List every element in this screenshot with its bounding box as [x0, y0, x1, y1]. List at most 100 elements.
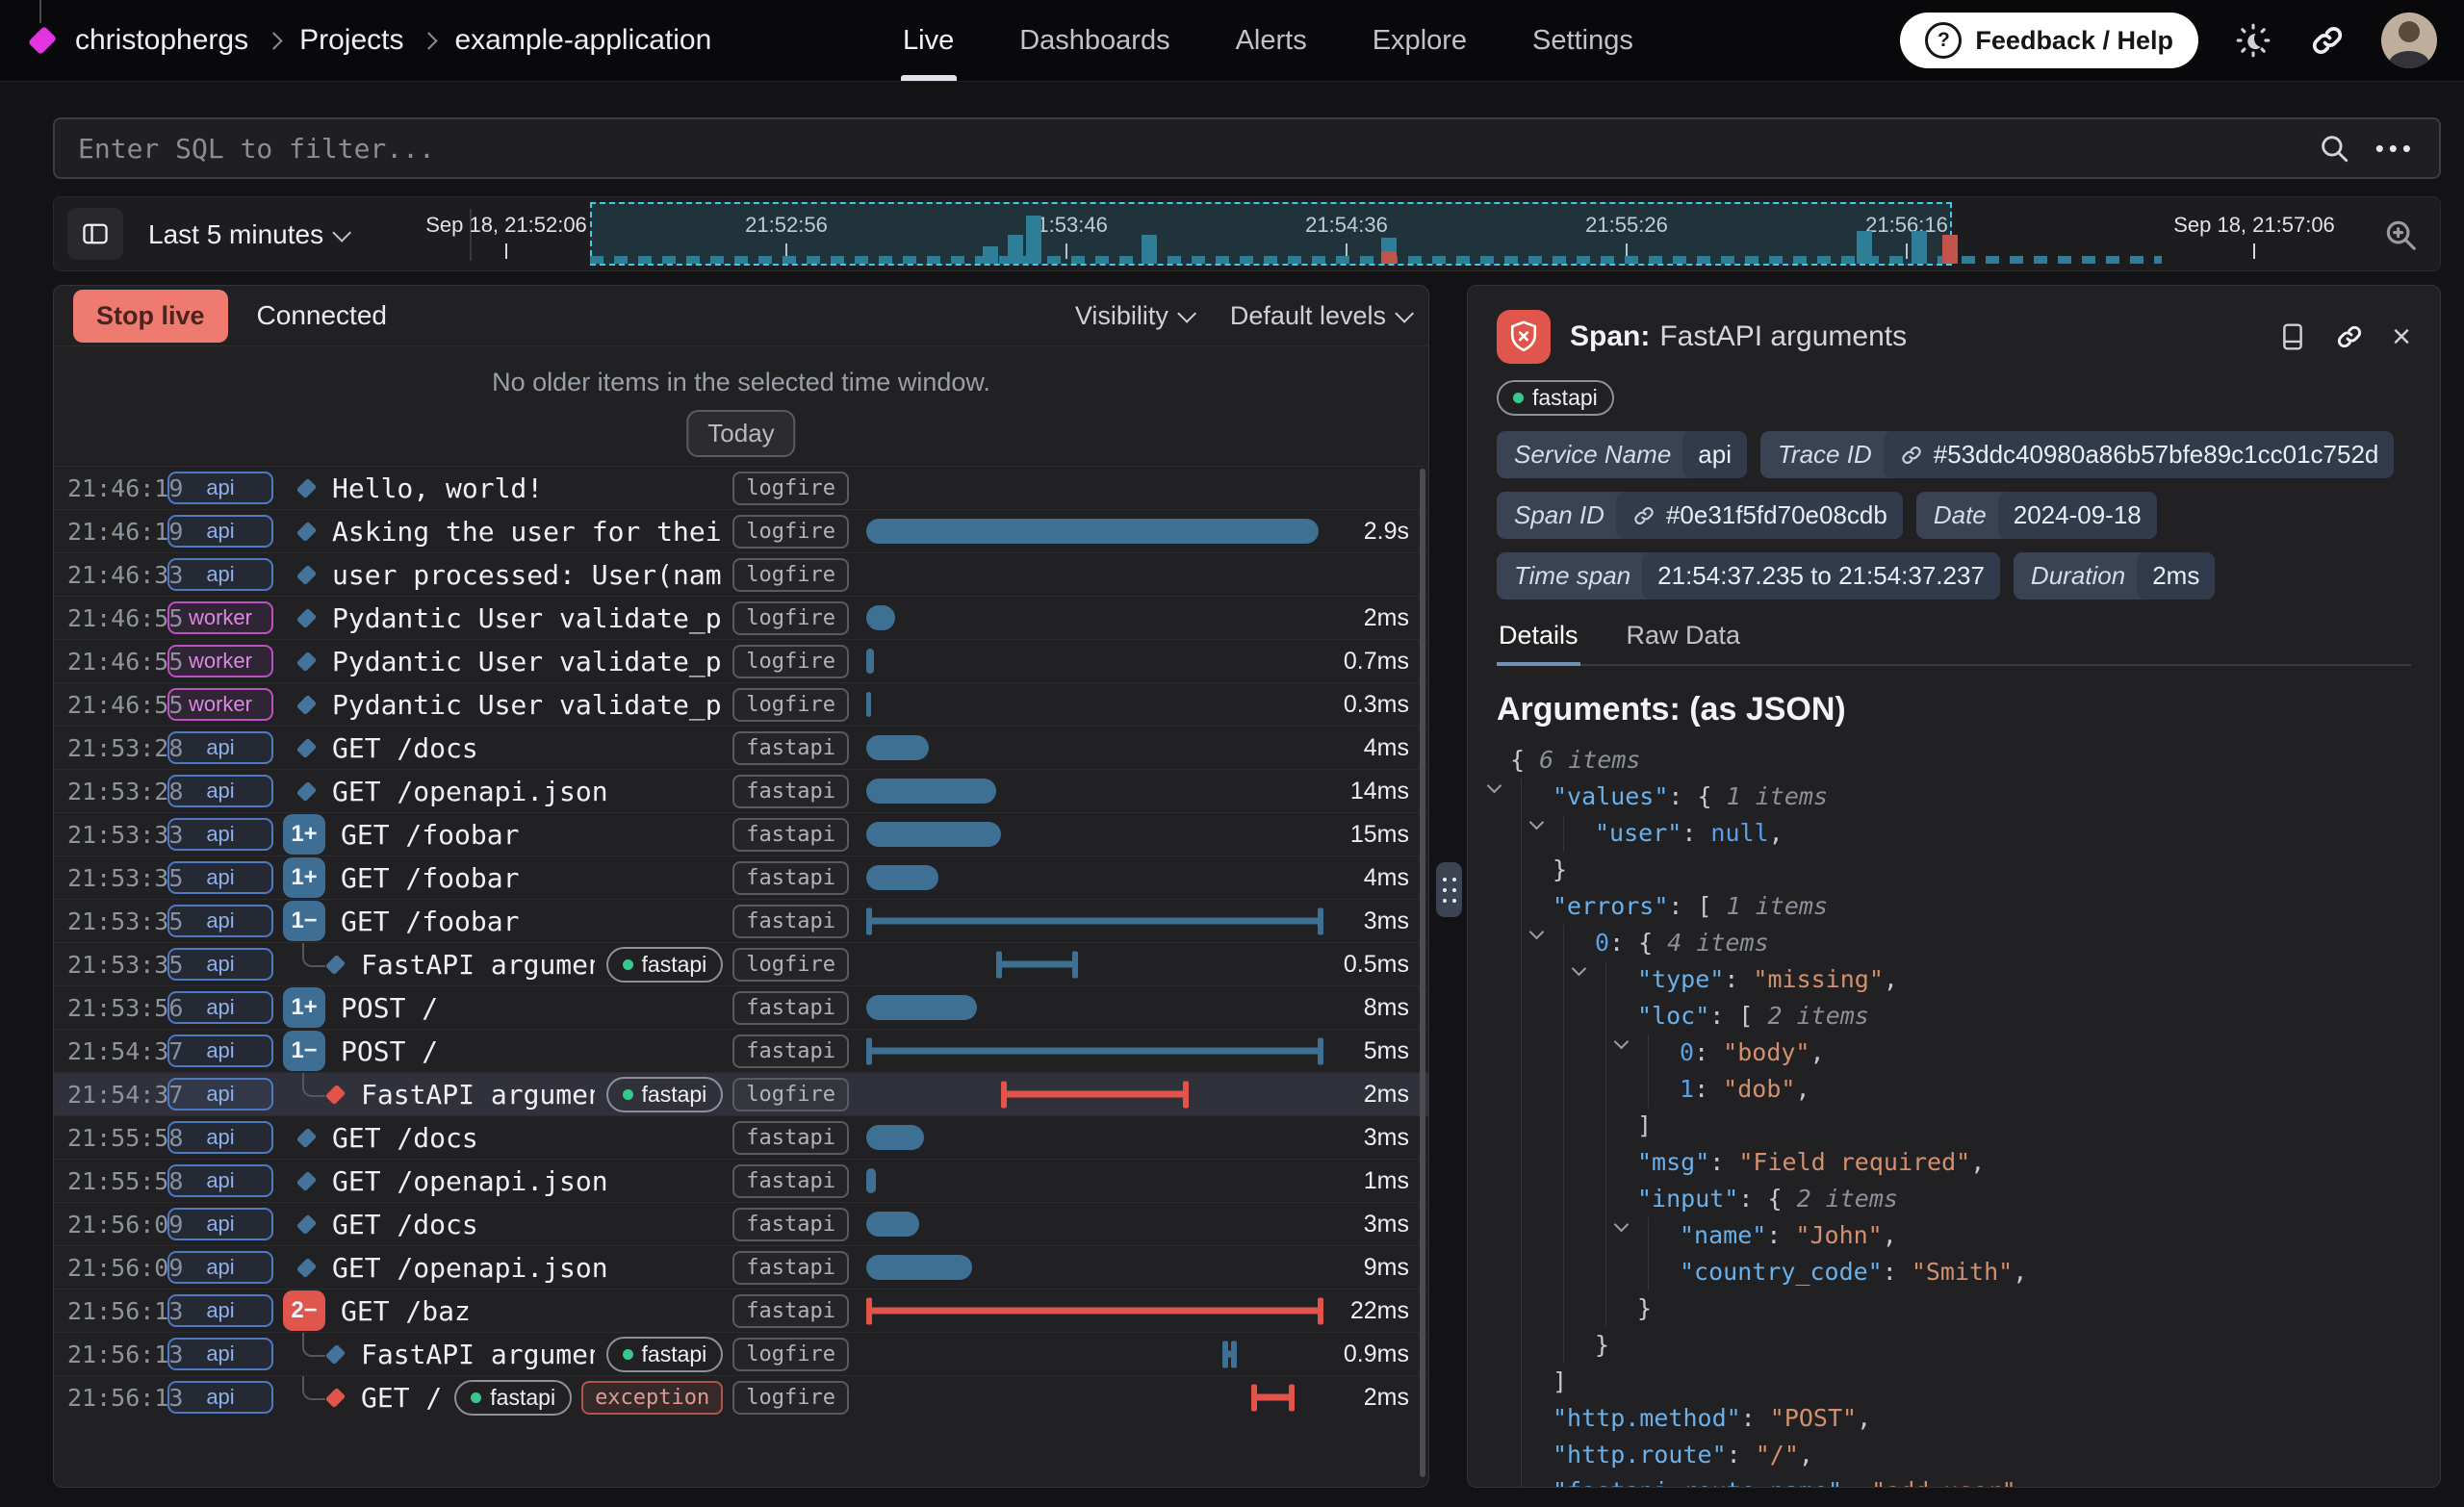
- service-badge-api[interactable]: api: [167, 1294, 273, 1327]
- tag-fastapi[interactable]: fastapi: [732, 1208, 849, 1241]
- trace-row[interactable]: 21:46:55workerPydantic User validate_pyt…: [54, 639, 1428, 682]
- expand-collapse-chip[interactable]: 1+: [283, 814, 325, 855]
- expand-collapse-chip[interactable]: 2−: [283, 1290, 325, 1331]
- service-badge-worker[interactable]: worker: [167, 688, 273, 721]
- tag-fastapi[interactable]: fastapi: [732, 1251, 849, 1285]
- service-badge-api[interactable]: api: [167, 1078, 273, 1111]
- trace-row[interactable]: 21:46:19apiAsking the user for their bir…: [54, 509, 1428, 552]
- tag-logfire[interactable]: logfire: [732, 1078, 849, 1111]
- meta-chip-duration[interactable]: Duration2ms: [2014, 552, 2215, 600]
- trace-row[interactable]: 21:55:58apiGET /docsfastapi3ms: [54, 1115, 1428, 1159]
- tag-logfire[interactable]: logfire: [732, 948, 849, 982]
- trace-row[interactable]: 21:46:55workerPydantic User validate_pyt…: [54, 596, 1428, 639]
- trace-row[interactable]: 21:53:35apiFastAPI argumentsfastapilogfi…: [54, 942, 1428, 985]
- tag-fastapi[interactable]: fastapi: [732, 1121, 849, 1155]
- service-badge-api[interactable]: api: [167, 1121, 273, 1154]
- service-badge-api[interactable]: api: [167, 861, 273, 894]
- logfire-logo-icon[interactable]: [28, 26, 57, 55]
- tab-explore[interactable]: Explore: [1373, 0, 1467, 81]
- tag-fastapi[interactable]: fastapi: [732, 861, 849, 895]
- default-levels-dropdown[interactable]: Default levels: [1230, 301, 1409, 331]
- trace-row[interactable]: 21:53:28apiGET /openapi.jsonfastapi14ms: [54, 769, 1428, 812]
- split-view-icon[interactable]: [2278, 321, 2307, 352]
- breadcrumb-org[interactable]: christophergs: [75, 24, 248, 57]
- tag-logfire[interactable]: logfire: [732, 688, 849, 722]
- tag-fastapi[interactable]: fastapi: [732, 1294, 849, 1328]
- fastapi-tag-pill[interactable]: fastapi: [606, 947, 724, 983]
- panel-resize-handle[interactable]: [1436, 862, 1462, 917]
- trace-row[interactable]: 21:46:19apiHello, world!logfire: [54, 466, 1428, 509]
- tab-settings[interactable]: Settings: [1532, 0, 1633, 81]
- tag-exception[interactable]: exception: [581, 1381, 723, 1415]
- service-badge-api[interactable]: api: [167, 1164, 273, 1197]
- service-badge-api[interactable]: api: [167, 515, 273, 548]
- tag-logfire[interactable]: logfire: [732, 645, 849, 678]
- trace-row[interactable]: 21:56:13apiGET /baz (fofastapiexceptionl…: [54, 1375, 1428, 1418]
- tag-fastapi[interactable]: fastapi: [732, 731, 849, 765]
- service-badge-api[interactable]: api: [167, 948, 273, 981]
- tab-live[interactable]: Live: [903, 0, 954, 81]
- expand-collapse-chip[interactable]: 1−: [283, 1031, 325, 1071]
- service-badge-api[interactable]: api: [167, 558, 273, 591]
- link-icon[interactable]: [1899, 443, 1924, 468]
- meta-chip-trace-id[interactable]: Trace ID#53ddc40980a86b57bfe89c1cc01c752…: [1760, 431, 2394, 478]
- tag-fastapi[interactable]: fastapi: [732, 775, 849, 808]
- trace-list-scrollbar[interactable]: [1420, 469, 1425, 1477]
- trace-row[interactable]: 21:56:13apiFastAPI argumentsfastapilogfi…: [54, 1332, 1428, 1375]
- service-badge-api[interactable]: api: [167, 1381, 273, 1414]
- close-icon[interactable]: ×: [2392, 320, 2411, 353]
- meta-chip-service-name[interactable]: Service Nameapi: [1497, 431, 1747, 478]
- tag-logfire[interactable]: logfire: [732, 472, 849, 505]
- service-badge-api[interactable]: api: [167, 775, 273, 807]
- trace-row[interactable]: 21:56:09apiGET /docsfastapi3ms: [54, 1202, 1428, 1245]
- tag-fastapi[interactable]: fastapi: [732, 905, 849, 938]
- search-icon[interactable]: [2318, 132, 2350, 165]
- fastapi-tag-pill[interactable]: fastapi: [454, 1380, 572, 1416]
- tab-alerts[interactable]: Alerts: [1236, 0, 1307, 81]
- meta-chip-time-span[interactable]: Time span21:54:37.235 to 21:54:37.237: [1497, 552, 2000, 600]
- trace-row[interactable]: 21:53:35api1+GET /foobarfastapi4ms: [54, 856, 1428, 899]
- visibility-dropdown[interactable]: Visibility: [1075, 301, 1192, 331]
- trace-row[interactable]: 21:55:58apiGET /openapi.jsonfastapi1ms: [54, 1159, 1428, 1202]
- tag-fastapi[interactable]: fastapi: [732, 818, 849, 852]
- trace-row[interactable]: 21:53:35api1−GET /foobarfastapi3ms: [54, 899, 1428, 942]
- expand-collapse-chip[interactable]: 1+: [283, 857, 325, 898]
- trace-row[interactable]: 21:53:28apiGET /docsfastapi4ms: [54, 726, 1428, 769]
- more-options-icon[interactable]: •••: [2375, 134, 2416, 164]
- trace-row[interactable]: 21:54:37apiFastAPI argumentsfastapilogfi…: [54, 1072, 1428, 1115]
- stop-live-button[interactable]: Stop live: [73, 290, 228, 343]
- tab-raw-data[interactable]: Raw Data: [1625, 621, 1743, 664]
- user-avatar[interactable]: [2381, 13, 2437, 68]
- tag-fastapi[interactable]: fastapi: [732, 1034, 849, 1068]
- service-badge-api[interactable]: api: [167, 731, 273, 764]
- fastapi-tag-pill[interactable]: fastapi: [606, 1077, 724, 1112]
- expand-collapse-chip[interactable]: 1−: [283, 901, 325, 941]
- tag-logfire[interactable]: logfire: [732, 1338, 849, 1371]
- trace-row[interactable]: 21:54:37api1−POST /fastapi5ms: [54, 1029, 1428, 1072]
- trace-row[interactable]: 21:46:55workerPydantic User validate_pyt…: [54, 682, 1428, 726]
- expand-collapse-chip[interactable]: 1+: [283, 987, 325, 1028]
- fastapi-tag-pill[interactable]: fastapi: [1497, 380, 1614, 416]
- tag-fastapi[interactable]: fastapi: [732, 1164, 849, 1198]
- tag-logfire[interactable]: logfire: [732, 601, 849, 635]
- meta-chip-span-id[interactable]: Span ID#0e31f5fd70e08cdb: [1497, 492, 1903, 539]
- trace-row[interactable]: 21:53:33api1+GET /foobarfastapi15ms: [54, 812, 1428, 856]
- tag-logfire[interactable]: logfire: [732, 1381, 849, 1415]
- breadcrumb-project[interactable]: example-application: [454, 24, 711, 57]
- service-badge-api[interactable]: api: [167, 818, 273, 851]
- meta-chip-date[interactable]: Date2024-09-18: [1916, 492, 2157, 539]
- zoom-in-icon[interactable]: [2382, 217, 2419, 253]
- service-badge-worker[interactable]: worker: [167, 645, 273, 677]
- link-icon[interactable]: [1631, 503, 1656, 528]
- service-badge-api[interactable]: api: [167, 1251, 273, 1284]
- service-badge-api[interactable]: api: [167, 905, 273, 937]
- tag-logfire[interactable]: logfire: [732, 558, 849, 592]
- sql-filter-input[interactable]: [55, 133, 2318, 165]
- service-badge-worker[interactable]: worker: [167, 601, 273, 634]
- share-link-icon[interactable]: [2308, 21, 2347, 60]
- trace-row[interactable]: 21:56:13api2−GET /bazfastapi22ms: [54, 1289, 1428, 1332]
- service-badge-api[interactable]: api: [167, 472, 273, 504]
- copy-link-icon[interactable]: [2334, 321, 2365, 352]
- today-button[interactable]: Today: [686, 410, 795, 457]
- feedback-help-button[interactable]: ? Feedback / Help: [1900, 13, 2198, 68]
